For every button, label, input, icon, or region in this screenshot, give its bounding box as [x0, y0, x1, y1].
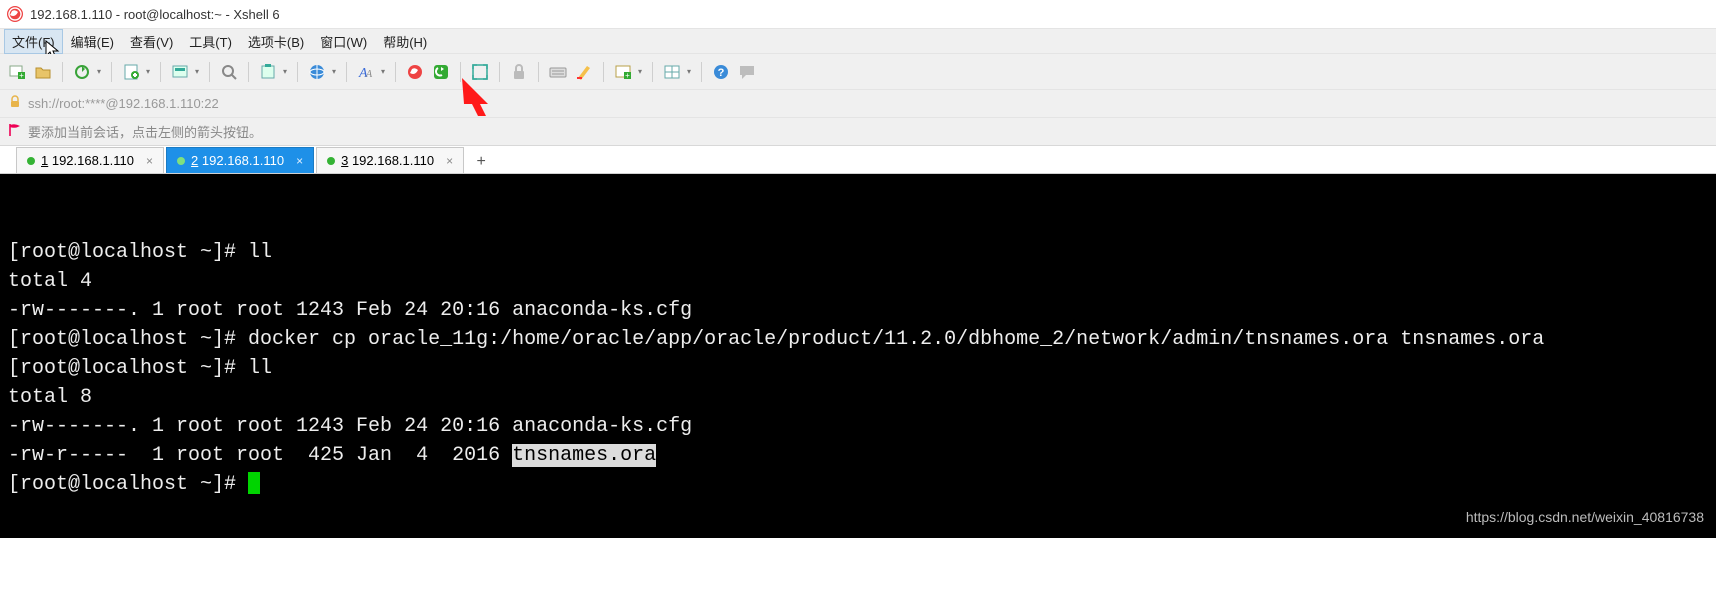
fullscreen-icon[interactable]	[469, 61, 491, 83]
terminal-prompt-line: [root@localhost ~]#	[8, 470, 1708, 499]
highlight-icon[interactable]	[573, 61, 595, 83]
tab-label: 3 192.168.1.110	[341, 153, 434, 168]
toolbar-separator	[652, 62, 653, 82]
lock-icon[interactable]	[508, 61, 530, 83]
session-tab[interactable]: 3 192.168.1.110 ×	[316, 147, 464, 173]
toolbar-separator	[111, 62, 112, 82]
terminal-cursor	[248, 472, 260, 494]
new-session-icon[interactable]: +	[6, 61, 28, 83]
terminal-line: -rw-------. 1 root root 1243 Feb 24 20:1…	[8, 296, 1708, 325]
terminal[interactable]: [root@localhost ~]# lltotal 4-rw-------.…	[0, 174, 1716, 538]
find-icon[interactable]	[218, 61, 240, 83]
svg-text:+: +	[625, 71, 630, 80]
hint-bar: 要添加当前会话，点击左侧的箭头按钮。	[0, 118, 1716, 146]
toolbar-separator	[346, 62, 347, 82]
terminal-line: -rw-r----- 1 root root 425 Jan 4 2016 tn…	[8, 441, 1708, 470]
new-tab-button[interactable]: +	[470, 151, 492, 173]
flag-icon	[8, 123, 22, 140]
toolbar-separator	[499, 62, 500, 82]
address-bar[interactable]: ssh://root:****@192.168.1.110:22	[0, 90, 1716, 118]
toolbar-separator	[395, 62, 396, 82]
menu-window[interactable]: 窗口(W)	[312, 29, 375, 54]
dropdown-caret-icon[interactable]: ▾	[636, 67, 644, 76]
menu-help[interactable]: 帮助(H)	[375, 29, 435, 54]
menu-tools[interactable]: 工具(T)	[181, 29, 240, 54]
copy-icon[interactable]	[169, 61, 191, 83]
toolbar-separator	[701, 62, 702, 82]
keyboard-icon[interactable]	[547, 61, 569, 83]
toolbar-separator	[297, 62, 298, 82]
open-icon[interactable]	[32, 61, 54, 83]
status-dot-icon	[177, 157, 185, 165]
close-tab-icon[interactable]: ×	[446, 154, 453, 168]
status-dot-icon	[27, 157, 35, 165]
terminal-line: total 4	[8, 267, 1708, 296]
terminal-line: total 8	[8, 383, 1708, 412]
svg-text:?: ?	[718, 67, 725, 79]
terminal-line: [root@localhost ~]# docker cp oracle_11g…	[8, 325, 1708, 354]
dropdown-caret-icon[interactable]: ▾	[379, 67, 387, 76]
layout-icon[interactable]	[661, 61, 683, 83]
menu-tabs[interactable]: 选项卡(B)	[240, 29, 312, 54]
titlebar: 192.168.1.110 - root@localhost:~ - Xshel…	[0, 0, 1716, 28]
chat-icon[interactable]	[736, 61, 758, 83]
properties-icon[interactable]	[120, 61, 142, 83]
dropdown-caret-icon[interactable]: ▾	[193, 67, 201, 76]
svg-text:A: A	[365, 69, 373, 80]
dropdown-caret-icon[interactable]: ▾	[144, 67, 152, 76]
tab-strip: 1 192.168.1.110×2 192.168.1.110×3 192.16…	[0, 146, 1716, 174]
dropdown-caret-icon[interactable]: ▾	[330, 67, 338, 76]
xagent-icon[interactable]	[430, 61, 452, 83]
window-title: 192.168.1.110 - root@localhost:~ - Xshel…	[30, 7, 280, 22]
close-tab-icon[interactable]: ×	[146, 154, 153, 168]
hint-text: 要添加当前会话，点击左侧的箭头按钮。	[28, 122, 262, 141]
toolbar: +▾▾▾▾▾AA▾+▾▾?	[0, 54, 1716, 90]
paste-icon[interactable]	[257, 61, 279, 83]
toolbar-separator	[62, 62, 63, 82]
highlighted-text: tnsnames.ora	[512, 444, 656, 467]
app-logo-icon	[6, 5, 24, 23]
globe-icon[interactable]	[306, 61, 328, 83]
menu-edit[interactable]: 编辑(E)	[63, 29, 122, 54]
toolbar-separator	[248, 62, 249, 82]
xshell-icon[interactable]	[404, 61, 426, 83]
tab-label: 2 192.168.1.110	[191, 153, 284, 168]
svg-text:+: +	[19, 71, 24, 80]
menu-view[interactable]: 查看(V)	[122, 29, 181, 54]
terminal-line: [root@localhost ~]# ll	[8, 238, 1708, 267]
font-icon[interactable]: AA	[355, 61, 377, 83]
address-text: ssh://root:****@192.168.1.110:22	[28, 96, 219, 111]
terminal-line: -rw-------. 1 root root 1243 Feb 24 20:1…	[8, 412, 1708, 441]
watermark-text: https://blog.csdn.net/weixin_40816738	[1466, 503, 1704, 532]
status-dot-icon	[327, 157, 335, 165]
menu-file[interactable]: 文件(F)	[4, 29, 63, 54]
dropdown-caret-icon[interactable]: ▾	[95, 67, 103, 76]
help-icon[interactable]: ?	[710, 61, 732, 83]
session-tab[interactable]: 2 192.168.1.110 ×	[166, 147, 314, 173]
tab-label: 1 192.168.1.110	[41, 153, 134, 168]
reconnect-icon[interactable]	[71, 61, 93, 83]
menubar: 文件(F) 编辑(E) 查看(V) 工具(T) 选项卡(B) 窗口(W) 帮助(…	[0, 28, 1716, 54]
toolbar-separator	[209, 62, 210, 82]
terminal-line: [root@localhost ~]# ll	[8, 354, 1708, 383]
dropdown-caret-icon[interactable]: ▾	[281, 67, 289, 76]
lock-small-icon	[8, 95, 22, 112]
toolbar-separator	[538, 62, 539, 82]
toolbar-separator	[460, 62, 461, 82]
close-tab-icon[interactable]: ×	[296, 154, 303, 168]
dropdown-caret-icon[interactable]: ▾	[685, 67, 693, 76]
toolbar-separator	[603, 62, 604, 82]
toolbar-separator	[160, 62, 161, 82]
add-tab-icon[interactable]: +	[612, 61, 634, 83]
session-tab[interactable]: 1 192.168.1.110 ×	[16, 147, 164, 173]
